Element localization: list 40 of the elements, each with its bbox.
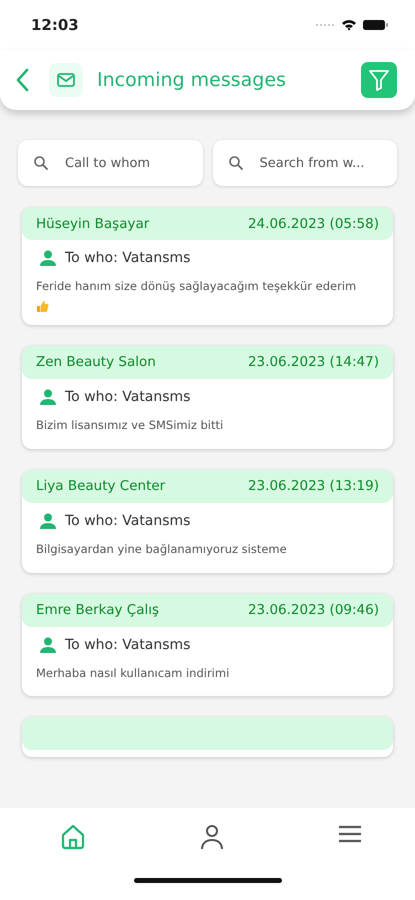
message-card[interactable]: Emre Berkay Çalış 23.06.2023 (09:46) To who: Vatansms Merhaba nasıl kullanıcam indirimi — [22, 594, 393, 696]
message-card[interactable]: Liya Beauty Center 23.06.2023 (13:19) To who: Vatansms Bilgisayardan yine bağlanamıyoruz sisteme — [22, 470, 393, 573]
message-text: Merhaba nasıl kullanıcam indirimi — [36, 664, 230, 682]
status-time: 12:03 — [31, 16, 79, 34]
message-text: Feride hanım size dönüş sağlayacağım teşekkür ederim — [36, 278, 358, 295]
person-icon — [39, 250, 57, 266]
battery-icon — [363, 19, 389, 31]
recipient-label: To who: Vatansms — [65, 636, 190, 653]
filter-icon — [368, 68, 390, 92]
person-icon — [39, 636, 57, 653]
message-text: Bizim lisansımız ve SMSimiz bitti — [36, 416, 224, 434]
search-field[interactable]: Search from w... — [212, 140, 397, 186]
home-icon — [59, 823, 87, 851]
person-icon — [199, 823, 225, 851]
message-date: 24.06.2023 (05:58) — [248, 216, 379, 232]
search-field[interactable]: Call to whom — [18, 140, 202, 186]
message-card[interactable]: Hüseyin Başayar 24.06.2023 (05:58) To who: Vatansms Feride hanım size dönüş sağlayacağım teşekkür ederim — [22, 207, 393, 325]
message-date: 23.06.2023 (13:19) — [248, 478, 379, 494]
search-icon — [228, 155, 244, 171]
recipient-label: To who: Vatansms — [65, 388, 190, 405]
envelope-icon — [49, 63, 83, 97]
person-icon — [39, 512, 57, 529]
sender-name: Hüseyin Başayar — [36, 216, 150, 232]
message-date: 23.06.2023 (09:46) — [248, 602, 379, 618]
sender-name: Zen Beauty Salon — [36, 354, 156, 370]
recipient-label: To who: Vatansms — [65, 512, 190, 529]
page-title: Incoming messages — [97, 69, 287, 91]
wifi-icon — [341, 19, 357, 31]
sender-name: Emre Berkay Çalış — [36, 602, 160, 618]
message-text: Bilgisayardan yine bağlanamıyoruz sisteme — [36, 540, 288, 558]
message-card[interactable]: Zen Beauty Salon 23.06.2023 (14:47) To who: Vatansms Bizim lisansımız ve SMSimiz bitti — [22, 346, 393, 449]
message-date: 23.06.2023 (14:47) — [248, 354, 379, 370]
signal-icon — [315, 23, 335, 27]
back-icon[interactable] — [15, 68, 29, 92]
search-icon — [33, 155, 49, 171]
recipient-label: To who: Vatansms — [65, 250, 190, 266]
sender-name: Liya Beauty Center — [36, 478, 166, 494]
menu-icon — [337, 823, 363, 845]
filter-button[interactable] — [361, 62, 397, 98]
person-icon — [39, 388, 57, 405]
